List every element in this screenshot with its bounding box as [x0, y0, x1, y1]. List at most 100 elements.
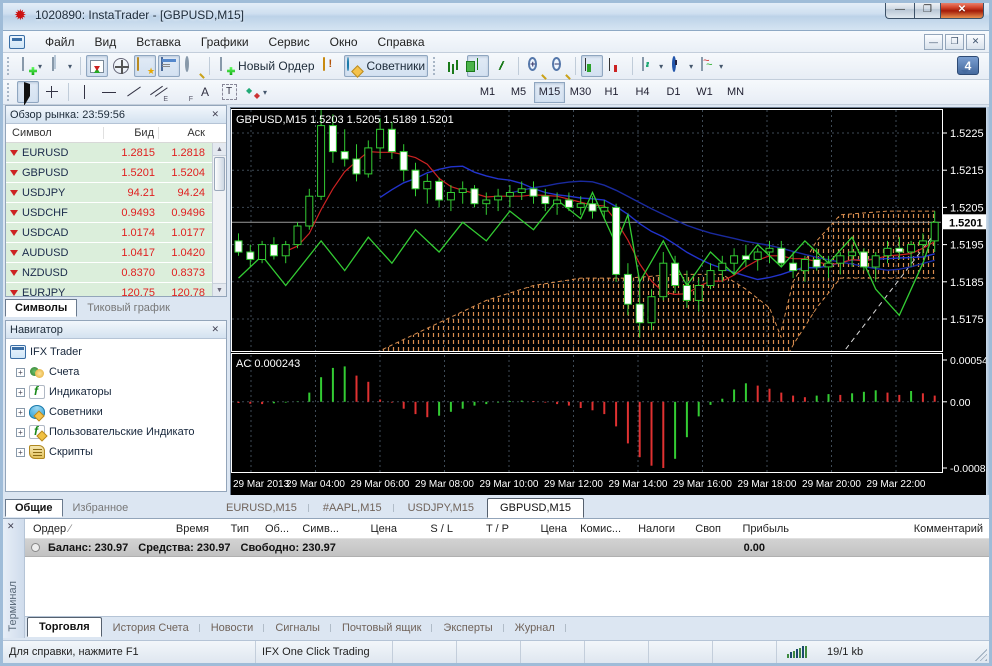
chart-shift-button[interactable]	[605, 55, 627, 77]
symbol-row[interactable]: EURUSD 1.2815 1.2818	[6, 143, 226, 163]
chart-scrollbar[interactable]	[986, 107, 989, 495]
tab-journal[interactable]: Журнал	[504, 619, 566, 637]
close-icon[interactable]: ✕	[208, 109, 222, 120]
sort-icon[interactable]: ∕	[69, 523, 71, 535]
timeframe-d1[interactable]: D1	[658, 82, 689, 103]
line-chart-button[interactable]	[491, 55, 513, 77]
cursor-tool[interactable]	[17, 81, 39, 106]
balance-row[interactable]: Баланс: 230.97 Средства: 230.97 Свободно…	[25, 539, 989, 557]
candlestick-chart-button[interactable]	[467, 55, 490, 77]
chart-tab-gbpusd[interactable]: GBPUSD,M15	[487, 498, 584, 518]
expand-icon[interactable]: +	[16, 387, 25, 397]
toolbar-grip[interactable]	[7, 83, 12, 101]
restore-button[interactable]: ❐	[914, 3, 941, 19]
symbol-row[interactable]: EURJPY 120.75 120.78	[6, 283, 226, 296]
zoom-out-button[interactable]: −	[548, 55, 570, 77]
alert-icon[interactable]: !	[320, 55, 342, 77]
symbol-row[interactable]: USDCAD 1.0174 1.0177	[6, 223, 226, 243]
tab-signals[interactable]: Сигналы	[264, 619, 331, 637]
expand-icon[interactable]: +	[16, 447, 25, 457]
trendline-tool[interactable]	[122, 81, 144, 103]
symbol-row[interactable]: USDCHF 0.9493 0.9496	[6, 203, 226, 223]
tab-common[interactable]: Общие	[5, 499, 63, 517]
menu-charts[interactable]: Графики	[191, 33, 259, 51]
tab-experts[interactable]: Эксперты	[432, 619, 504, 637]
zoom-in-button[interactable]: +	[524, 55, 546, 77]
symbol-row[interactable]: USDJPY 94.21 94.24	[6, 183, 226, 203]
text-tool[interactable]: A	[194, 81, 216, 103]
price-chart[interactable]: GBPUSD,M15 1.5203 1.5205 1.5189 1.5201 AC…	[230, 107, 989, 496]
tab-news[interactable]: Новости	[200, 619, 265, 637]
notifications-badge[interactable]: 4	[957, 56, 979, 75]
close-button[interactable]: ✕	[941, 3, 984, 19]
navigator-toggle[interactable]	[134, 55, 157, 77]
expand-icon[interactable]: +	[16, 367, 25, 377]
timeframe-m5[interactable]: M5	[503, 82, 534, 103]
resize-grip[interactable]	[975, 649, 987, 661]
child-restore-button[interactable]: ❐	[945, 33, 964, 50]
tree-item-scripts[interactable]: + Скрипты	[10, 442, 226, 462]
timeframe-h1[interactable]: H1	[596, 82, 627, 103]
chart-svg[interactable]: GBPUSD,M15 1.5203 1.5205 1.5189 1.5201 AC…	[231, 108, 989, 496]
symbol-row[interactable]: GBPUSD 1.5201 1.5204	[6, 163, 226, 183]
strategy-tester-button[interactable]	[182, 55, 204, 77]
menu-file[interactable]: Файл	[35, 33, 85, 51]
bar-chart-button[interactable]	[443, 55, 465, 77]
chart-tab-usdjpy[interactable]: USDJPY,M15	[395, 498, 487, 518]
new-order-button[interactable]: Новый Ордер	[215, 55, 317, 77]
tab-account-history[interactable]: История Счета	[102, 619, 200, 637]
tree-item-advisors[interactable]: + Советники	[10, 402, 226, 422]
indicators-button[interactable]: ▾	[638, 55, 666, 77]
minimize-button[interactable]: —	[885, 3, 914, 19]
templates-button[interactable]: ▾	[698, 55, 726, 77]
symbol-row[interactable]: NZDUSD 0.8370 0.8373	[6, 263, 226, 283]
menu-tools[interactable]: Сервис	[259, 33, 320, 51]
menu-window[interactable]: Окно	[320, 33, 368, 51]
tree-item-custom-indicators[interactable]: +Пользовательские Индикато	[10, 422, 226, 442]
expert-advisors-toggle[interactable]: Советники	[343, 55, 429, 77]
text-label-tool[interactable]: T	[218, 81, 240, 103]
toolbar-grip[interactable]	[433, 57, 438, 75]
channel-tool[interactable]	[146, 81, 168, 103]
market-watch-scrollbar[interactable]: ▲ ▼	[212, 143, 226, 296]
tab-tick-chart[interactable]: Тиковый график	[77, 299, 180, 317]
timeframe-h4[interactable]: H4	[627, 82, 658, 103]
timeframe-m15[interactable]: M15	[534, 81, 565, 103]
tree-item-accounts[interactable]: + Счета	[10, 362, 226, 382]
crosshair-tool[interactable]	[41, 81, 63, 103]
horizontal-line-tool[interactable]	[98, 81, 120, 103]
chart-tab-aapl[interactable]: #AAPL,M15	[310, 498, 395, 518]
terminal-toggle[interactable]	[158, 55, 181, 77]
market-watch-titlebar[interactable]: Обзор рынка: 23:59:56 ✕	[6, 106, 226, 124]
toolbar-grip[interactable]	[7, 57, 12, 75]
expand-icon[interactable]: +	[16, 427, 25, 437]
symbol-row[interactable]: AUDUSD 1.0417 1.0420	[6, 243, 226, 263]
market-watch-toggle[interactable]	[86, 55, 109, 77]
auto-scroll-toggle[interactable]	[581, 55, 604, 77]
arrows-tool[interactable]: ▾	[242, 81, 270, 103]
timeframe-m1[interactable]: M1	[472, 82, 503, 103]
tab-mailbox[interactable]: Почтовый ящик	[331, 619, 433, 637]
timeframe-w1[interactable]: W1	[689, 82, 720, 103]
child-close-button[interactable]: ✕	[966, 33, 985, 50]
menu-insert[interactable]: Вставка	[126, 33, 191, 51]
menu-view[interactable]: Вид	[85, 33, 127, 51]
close-icon[interactable]: ✕	[7, 521, 15, 532]
status-mode[interactable]: IFX One Click Trading	[256, 641, 393, 663]
timeframe-mn[interactable]: MN	[720, 82, 751, 103]
data-window-button[interactable]	[110, 55, 132, 77]
expand-icon[interactable]: +	[16, 407, 25, 417]
fibonacci-tool[interactable]	[170, 81, 192, 103]
new-chart-button[interactable]: ▾	[17, 55, 45, 77]
menu-help[interactable]: Справка	[368, 33, 435, 51]
periods-button[interactable]: ▾	[668, 55, 696, 77]
scroll-down-icon[interactable]: ▼	[213, 283, 226, 296]
profiles-button[interactable]: ▾	[47, 55, 75, 77]
tab-favorites[interactable]: Избранное	[63, 499, 139, 517]
tab-trade[interactable]: Торговля	[27, 617, 102, 637]
tree-item-indicators[interactable]: +Индикаторы	[10, 382, 226, 402]
tree-item-root[interactable]: IFX Trader	[10, 342, 226, 362]
child-minimize-button[interactable]: —	[924, 33, 943, 50]
close-icon[interactable]: ✕	[208, 324, 222, 335]
timeframe-m30[interactable]: M30	[565, 82, 596, 103]
